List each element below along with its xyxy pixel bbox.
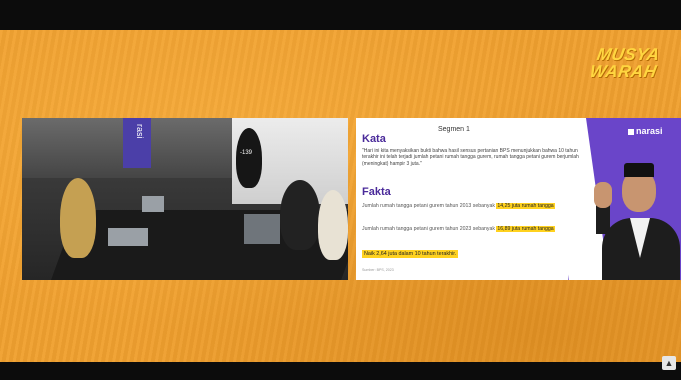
- segment-title: Segmen 1: [438, 126, 470, 133]
- fact-2013: Jumlah rumah tangga petani gurem tahun 2…: [362, 203, 555, 209]
- newsroom-photo: rasi -139: [22, 118, 348, 280]
- laptop-3: [142, 196, 164, 212]
- segment-slide: narasi Segmen 1 Kata "Hari ini kita meny…: [356, 118, 681, 280]
- top-letterbox: [0, 0, 681, 30]
- person-hijab: [318, 190, 348, 260]
- musyawarah-logo: MUSYA WARAH: [588, 45, 662, 81]
- narasi-logo-icon: [628, 128, 634, 135]
- narasi-brand: narasi: [628, 126, 663, 136]
- kata-quote: "Hari ini kita menyaksikan bukti bahwa h…: [362, 148, 579, 167]
- photo-banner: rasi: [123, 118, 151, 168]
- fact-2023: Jumlah rumah tangga petani gurem tahun 2…: [362, 226, 555, 232]
- bottom-letterbox: [0, 362, 681, 380]
- laptop-2: [244, 214, 280, 244]
- slide-source: Sumber: BPS, 2023: [362, 268, 394, 272]
- fakta-heading: Fakta: [362, 186, 391, 198]
- person-right: [280, 180, 320, 250]
- speaker-portrait: [594, 154, 680, 280]
- laptop-1: [108, 228, 148, 246]
- channel-watermark-icon[interactable]: ▲: [662, 356, 676, 370]
- fact-increase: Naik 2,64 juta dalam 10 tahun terakhir.: [362, 250, 459, 258]
- person-left: [60, 178, 96, 258]
- person-standing: -139: [236, 128, 262, 188]
- waving-hand: [594, 182, 612, 208]
- peci-cap: [624, 163, 654, 177]
- kata-heading: Kata: [362, 133, 386, 145]
